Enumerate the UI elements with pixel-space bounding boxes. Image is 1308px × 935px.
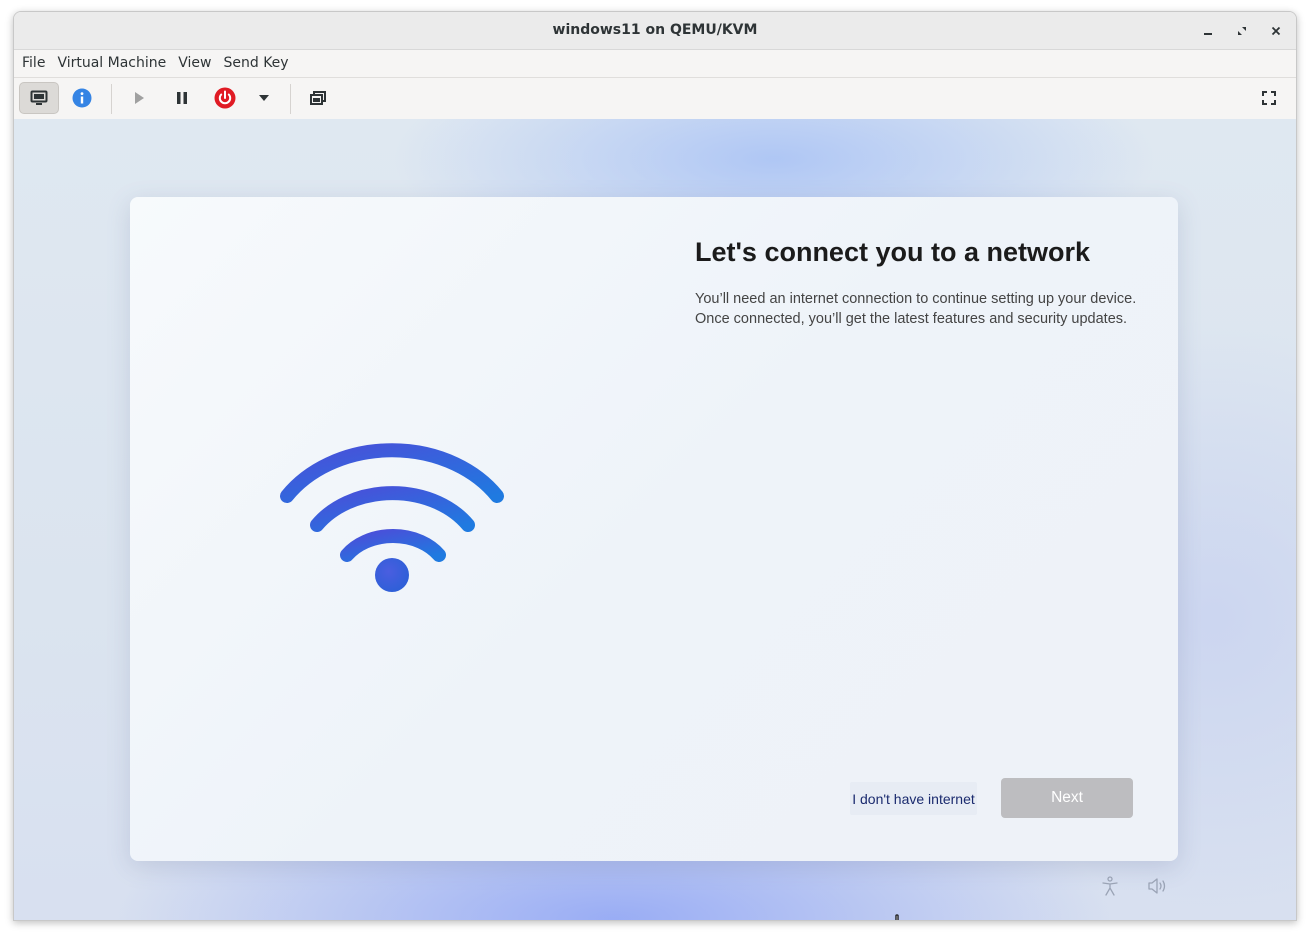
menu-send-key[interactable]: Send Key [217, 50, 294, 77]
volume-button[interactable] [1146, 874, 1170, 898]
wifi-icon [280, 443, 504, 592]
monitor-icon [30, 90, 48, 105]
pause-icon [177, 92, 187, 104]
details-view-button[interactable] [62, 82, 102, 114]
dropdown-arrow-icon [259, 95, 269, 101]
toolbar-separator [290, 84, 291, 114]
close-icon [1271, 26, 1281, 36]
snapshots-button[interactable] [298, 82, 338, 114]
title-bar[interactable]: windows11 on QEMU/KVM [14, 12, 1296, 50]
pause-button[interactable] [162, 82, 202, 114]
shutdown-menu-button[interactable] [250, 82, 278, 114]
fullscreen-icon [1262, 91, 1276, 105]
page-description: You’ll need an internet connection to co… [695, 291, 1137, 327]
accessibility-icon [1102, 876, 1118, 896]
minimize-icon [1204, 33, 1212, 35]
play-icon [135, 92, 144, 104]
info-icon [72, 88, 92, 108]
menu-view[interactable]: View [172, 50, 217, 77]
console-view-button[interactable] [19, 82, 59, 114]
menu-file[interactable]: File [16, 50, 51, 77]
vm-display[interactable]: Let's connect you to a network You’ll ne… [14, 119, 1296, 920]
toolbar-separator [111, 84, 112, 114]
next-button[interactable]: Next [1001, 778, 1133, 818]
vm-window: windows11 on QEMU/KVM File Virtual Machi… [13, 11, 1297, 921]
shutdown-button[interactable] [205, 82, 245, 114]
oobe-card: Let's connect you to a network You’ll ne… [130, 197, 1178, 861]
menu-virtual-machine[interactable]: Virtual Machine [51, 50, 172, 77]
restore-button[interactable] [1232, 21, 1252, 41]
accessibility-button[interactable] [1098, 874, 1122, 898]
hand-pointer-icon [895, 914, 899, 920]
window-title: windows11 on QEMU/KVM [552, 22, 758, 38]
no-internet-link[interactable]: I don't have internet [850, 782, 977, 815]
page-title: Let's connect you to a network [695, 237, 1090, 267]
toolbar [14, 78, 1296, 120]
restore-icon [1238, 27, 1246, 35]
power-icon [214, 87, 236, 109]
close-button[interactable] [1266, 21, 1286, 41]
minimize-button[interactable] [1198, 21, 1218, 41]
menu-bar: File Virtual Machine View Send Key [14, 50, 1296, 78]
fullscreen-button[interactable] [1249, 82, 1289, 114]
run-button[interactable] [119, 82, 159, 114]
snapshots-icon [310, 91, 326, 105]
volume-icon [1148, 878, 1166, 894]
